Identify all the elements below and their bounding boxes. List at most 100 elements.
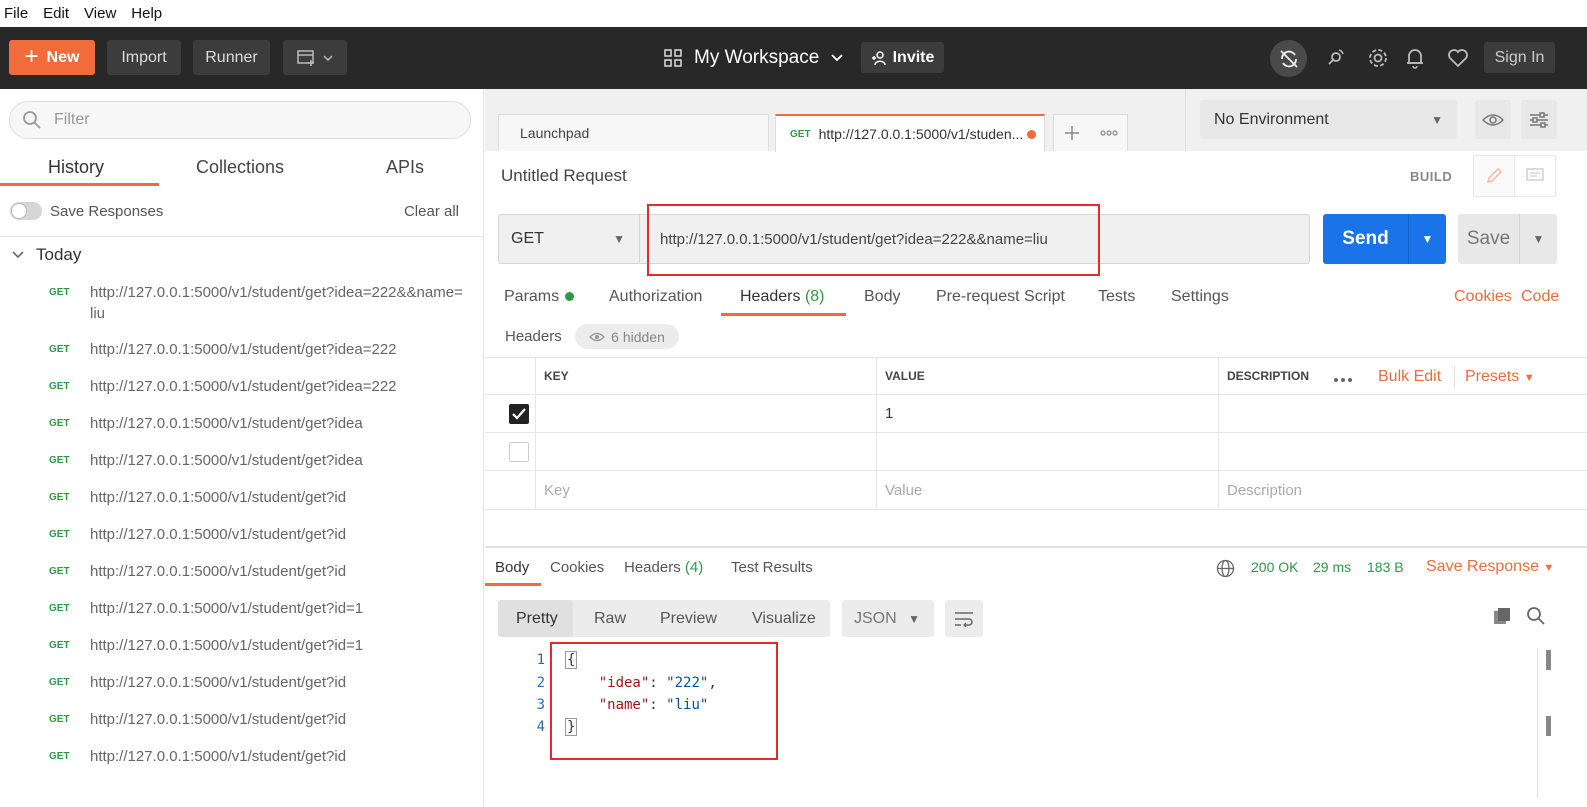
- request-name[interactable]: Untitled Request: [501, 166, 627, 186]
- history-item[interactable]: GET http://127.0.0.1:5000/v1/student/get?…: [0, 635, 484, 672]
- method-select[interactable]: GET ▼: [498, 214, 640, 264]
- history-item[interactable]: GET http://127.0.0.1:5000/v1/student/get?…: [0, 487, 484, 524]
- row-checkbox[interactable]: [509, 404, 529, 424]
- favorites-button[interactable]: [1443, 43, 1473, 73]
- format-visualize[interactable]: Visualize: [752, 610, 816, 628]
- history-item[interactable]: GET http://127.0.0.1:5000/v1/student/get?…: [0, 339, 484, 376]
- tab-tests[interactable]: Tests: [1098, 288, 1135, 306]
- new-description-input[interactable]: Description: [1218, 471, 1587, 510]
- tab-apis[interactable]: APIs: [386, 157, 424, 178]
- tab-settings[interactable]: Settings: [1171, 288, 1229, 306]
- tab-more-button[interactable]: [1091, 115, 1128, 151]
- presets-button[interactable]: Presets ▼: [1465, 368, 1535, 386]
- menu-view[interactable]: View: [84, 5, 116, 22]
- filter-input[interactable]: Filter: [9, 101, 471, 139]
- new-value-input[interactable]: Value: [876, 471, 1218, 510]
- save-button[interactable]: Save ▼: [1458, 214, 1557, 264]
- copy-button[interactable]: [1492, 606, 1512, 630]
- format-pretty[interactable]: Pretty: [516, 610, 558, 628]
- add-tab-button[interactable]: [1054, 115, 1091, 151]
- pane-resize-handle[interactable]: [485, 546, 1587, 548]
- history-item[interactable]: GET http://127.0.0.1:5000/v1/student/get?…: [0, 672, 484, 709]
- menu-help[interactable]: Help: [131, 5, 162, 22]
- response-time[interactable]: 29 ms: [1313, 559, 1351, 575]
- sync-off-button[interactable]: [1270, 40, 1307, 77]
- environment-select[interactable]: No Environment ▼: [1200, 100, 1457, 139]
- network-button[interactable]: [1216, 559, 1235, 582]
- invite-button[interactable]: Invite: [861, 42, 944, 73]
- code-link[interactable]: Code: [1521, 288, 1559, 306]
- new-window-button[interactable]: [283, 40, 347, 75]
- search-response-button[interactable]: [1526, 606, 1546, 630]
- tab-body[interactable]: Body: [864, 288, 900, 306]
- workspace-switcher[interactable]: My Workspace: [664, 44, 843, 72]
- row-key[interactable]: [535, 433, 876, 470]
- history-item[interactable]: GET http://127.0.0.1:5000/v1/student/get?…: [0, 376, 484, 413]
- row-value[interactable]: 1: [876, 395, 1218, 432]
- wrap-icon: [955, 611, 973, 627]
- tab-test-results[interactable]: Test Results: [731, 559, 813, 576]
- save-response-button[interactable]: Save Response ▼: [1426, 558, 1554, 576]
- settings-button[interactable]: [1363, 43, 1393, 73]
- interceptor-button[interactable]: [1320, 43, 1350, 73]
- import-button[interactable]: Import: [107, 40, 181, 75]
- format-preview[interactable]: Preview: [660, 610, 717, 628]
- send-options-button[interactable]: ▼: [1409, 214, 1446, 264]
- history-group-header[interactable]: Today: [12, 245, 81, 265]
- history-item[interactable]: GET http://127.0.0.1:5000/v1/student/get?…: [0, 450, 484, 487]
- manage-environments-button[interactable]: [1521, 100, 1557, 139]
- sign-in-button[interactable]: Sign In: [1484, 42, 1555, 73]
- tab-response-cookies[interactable]: Cookies: [550, 559, 604, 576]
- menu-file[interactable]: File: [4, 5, 28, 22]
- scrollbar-thumb[interactable]: [1546, 650, 1551, 670]
- history-item[interactable]: GET http://127.0.0.1:5000/v1/student/get?…: [0, 282, 484, 339]
- status-code[interactable]: 200 OK: [1251, 559, 1298, 575]
- tab-active-request[interactable]: GET http://127.0.0.1:5000/v1/studen...: [775, 114, 1045, 152]
- environment-quick-look-button[interactable]: [1475, 100, 1511, 139]
- comments-button[interactable]: [1515, 156, 1555, 196]
- tab-response-body[interactable]: Body: [495, 559, 529, 576]
- tab-prerequest-script[interactable]: Pre-request Script: [936, 288, 1065, 306]
- hidden-headers-toggle[interactable]: 6 hidden: [575, 324, 679, 349]
- history-item[interactable]: GET http://127.0.0.1:5000/v1/student/get?…: [0, 561, 484, 598]
- wrap-lines-button[interactable]: [945, 600, 983, 637]
- row-description[interactable]: [1218, 395, 1587, 432]
- runner-button[interactable]: Runner: [193, 40, 270, 75]
- save-options-button[interactable]: ▼: [1520, 214, 1557, 264]
- row-description[interactable]: [1218, 433, 1587, 470]
- scrollbar-thumb[interactable]: [1546, 716, 1551, 736]
- row-checkbox[interactable]: [509, 442, 529, 462]
- row-key[interactable]: [535, 395, 876, 432]
- tab-authorization[interactable]: Authorization: [609, 288, 702, 306]
- history-item-method: GET: [49, 640, 70, 651]
- history-item[interactable]: GET http://127.0.0.1:5000/v1/student/get?…: [0, 524, 484, 561]
- tab-headers[interactable]: Headers (8): [740, 288, 825, 306]
- globe-icon: [1216, 559, 1235, 578]
- menu-edit[interactable]: Edit: [43, 5, 69, 22]
- history-item[interactable]: GET http://127.0.0.1:5000/v1/student/get?…: [0, 598, 484, 635]
- history-item[interactable]: GET http://127.0.0.1:5000/v1/student/get?…: [0, 709, 484, 746]
- format-language-select[interactable]: JSON ▼: [842, 600, 934, 637]
- new-button[interactable]: + New: [9, 40, 95, 75]
- tab-response-headers[interactable]: Headers (4): [624, 559, 703, 576]
- response-size[interactable]: 183 B: [1367, 559, 1404, 575]
- save-responses-toggle[interactable]: [10, 202, 42, 220]
- edit-button[interactable]: [1474, 156, 1515, 196]
- notifications-button[interactable]: [1400, 43, 1430, 73]
- clear-all-button[interactable]: Clear all: [404, 203, 459, 220]
- bulk-edit-button[interactable]: Bulk Edit: [1378, 368, 1441, 386]
- line-number: 4: [536, 719, 545, 735]
- format-raw[interactable]: Raw: [594, 610, 626, 628]
- cookies-link[interactable]: Cookies: [1454, 288, 1512, 306]
- heart-icon: [1448, 49, 1468, 68]
- history-item[interactable]: GET http://127.0.0.1:5000/v1/student/get?…: [0, 413, 484, 450]
- history-item[interactable]: GET http://127.0.0.1:5000/v1/student/get?…: [0, 746, 484, 783]
- tab-launchpad[interactable]: Launchpad: [498, 114, 769, 151]
- tab-params[interactable]: Params: [504, 288, 575, 306]
- table-more-button[interactable]: [1333, 370, 1353, 387]
- tab-history[interactable]: History: [48, 157, 104, 178]
- new-key-input[interactable]: Key: [535, 471, 876, 510]
- tab-collections[interactable]: Collections: [196, 157, 284, 178]
- send-button[interactable]: Send ▼: [1323, 214, 1446, 264]
- row-value[interactable]: [876, 433, 1218, 470]
